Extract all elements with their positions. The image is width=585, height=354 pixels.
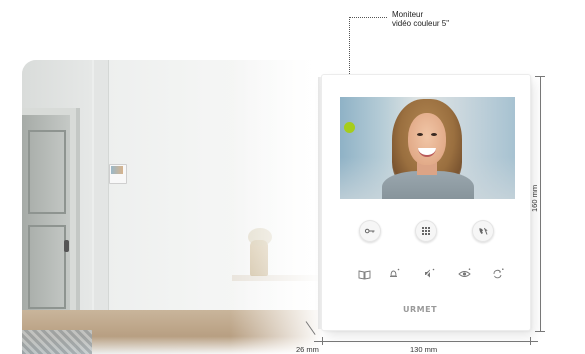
mute-icon[interactable] bbox=[420, 266, 436, 280]
dimension-tick bbox=[535, 331, 545, 332]
answer-call-button[interactable] bbox=[472, 220, 494, 242]
height-dimension-line bbox=[540, 76, 541, 332]
brand-logo: URMET bbox=[403, 305, 438, 314]
door-handle bbox=[64, 240, 69, 252]
callout-line2: vidéo couleur 5" bbox=[392, 19, 450, 28]
mini-monitor-screen bbox=[111, 166, 123, 174]
dimension-tick bbox=[535, 76, 545, 77]
bell-icon[interactable] bbox=[385, 266, 401, 280]
camera-cycle-icon[interactable] bbox=[489, 266, 505, 280]
person-sweater bbox=[382, 171, 474, 199]
call-list-button[interactable] bbox=[415, 220, 437, 242]
dimension-tick bbox=[530, 337, 531, 345]
door-panel bbox=[28, 225, 66, 309]
door-open-button[interactable] bbox=[359, 220, 381, 242]
call-list-icon bbox=[422, 227, 430, 235]
monitor-screen bbox=[340, 97, 515, 199]
depth-label: 26 mm bbox=[296, 345, 319, 354]
callout-leader-horizontal bbox=[349, 17, 387, 18]
book-icon[interactable] bbox=[356, 267, 372, 281]
door-panel bbox=[28, 130, 66, 214]
person-face bbox=[408, 113, 446, 165]
rug bbox=[22, 330, 92, 354]
height-label: 160 mm bbox=[530, 184, 539, 212]
key-icon bbox=[364, 228, 375, 234]
wall-pillar bbox=[94, 60, 109, 330]
callout-dot bbox=[344, 122, 355, 133]
person-eye bbox=[417, 133, 423, 136]
callout-label: Moniteur vidéo couleur 5" bbox=[392, 10, 449, 28]
eye-icon[interactable] bbox=[456, 266, 472, 280]
person-eye bbox=[431, 133, 437, 136]
callout-line1: Moniteur bbox=[392, 10, 424, 19]
phone-off-icon bbox=[479, 227, 488, 235]
width-dimension-line bbox=[314, 341, 538, 342]
width-label: 130 mm bbox=[410, 345, 438, 354]
dimension-tick bbox=[322, 337, 323, 345]
